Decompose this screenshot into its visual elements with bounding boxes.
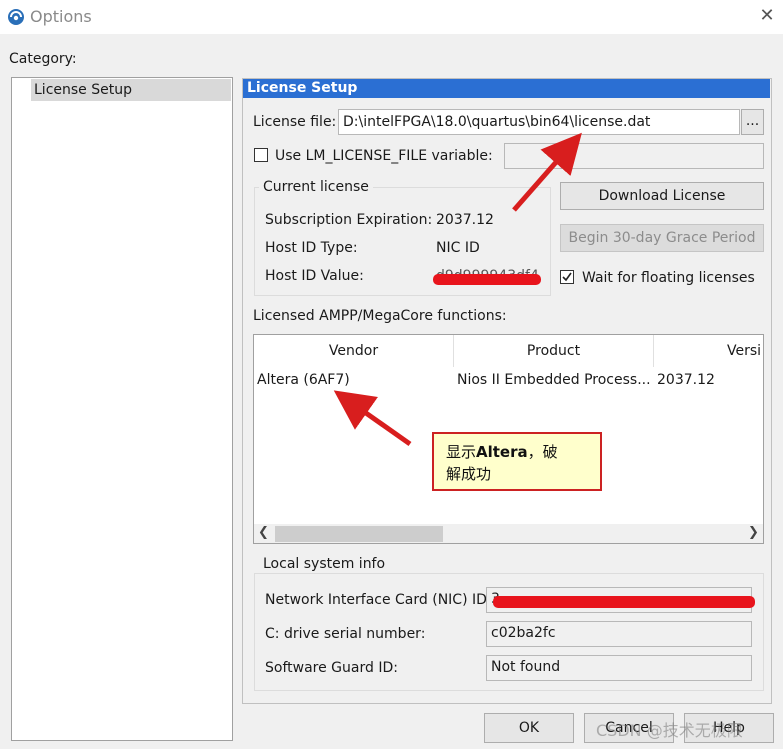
callout-prefix: 显示 (446, 443, 477, 461)
download-license-button[interactable]: Download License (560, 182, 764, 210)
subscription-expiration-value: 2037.12 (436, 212, 494, 228)
wait-floating-checkbox[interactable] (560, 270, 574, 284)
column-header-vendor[interactable]: Vendor (254, 335, 454, 367)
wait-floating-label: Wait for floating licenses (582, 270, 755, 286)
local-info-title: Local system info (259, 556, 390, 572)
ampp-label: Licensed AMPP/MegaCore functions: (253, 308, 507, 324)
subscription-expiration-label: Subscription Expiration: (265, 212, 433, 228)
software-guard-label: Software Guard ID: (265, 660, 398, 676)
callout-line2: 解成功 (446, 465, 492, 483)
current-license-title: Current license (259, 179, 373, 195)
license-file-input[interactable]: D:\intelFPGA\18.0\quartus\bin64\license.… (338, 109, 740, 135)
software-guard-field[interactable]: Not found (486, 655, 752, 681)
callout-suffix: ，破 (527, 443, 558, 461)
callout-bold: Altera (476, 443, 528, 461)
redaction-mark (433, 274, 541, 285)
lm-license-input[interactable] (504, 143, 764, 169)
license-file-label: License file: (253, 114, 337, 130)
category-item-license-setup[interactable]: License Setup (31, 79, 231, 101)
host-id-type-value: NIC ID (436, 240, 480, 256)
scroll-right-icon[interactable]: ❯ (748, 525, 759, 540)
host-id-type-label: Host ID Type: (265, 240, 358, 256)
ok-button[interactable]: OK (484, 713, 574, 743)
lm-license-label: Use LM_LICENSE_FILE variable: (275, 148, 493, 164)
browse-button[interactable]: ... (741, 109, 764, 135)
annotation-callout: 显示Altera，破解成功 (432, 432, 602, 491)
category-label: Category: (9, 51, 77, 67)
table-row-product[interactable]: Nios II Embedded Process... (457, 372, 651, 388)
drive-serial-field[interactable]: c02ba2fc (486, 621, 752, 647)
checkmark-icon (562, 272, 572, 282)
scrollbar-thumb[interactable] (275, 526, 443, 542)
page-header: License Setup (243, 79, 770, 98)
watermark: CSDN @技术无极限 (596, 721, 743, 740)
redaction-mark (493, 596, 755, 608)
window-title: Options (30, 7, 92, 26)
close-icon[interactable]: ✕ (754, 3, 780, 29)
column-header-product[interactable]: Product (454, 335, 654, 367)
grace-period-button[interactable]: Begin 30-day Grace Period (560, 224, 764, 252)
host-id-value-label: Host ID Value: (265, 268, 364, 284)
table-row-version[interactable]: 2037.12 (657, 372, 715, 388)
drive-serial-label: C: drive serial number: (265, 626, 426, 642)
scroll-left-icon[interactable]: ❮ (258, 525, 269, 540)
column-header-version[interactable]: Versi (654, 335, 763, 367)
lm-license-checkbox[interactable] (254, 148, 268, 162)
app-icon (8, 9, 24, 25)
title-bar (0, 0, 783, 34)
table-row-vendor[interactable]: Altera (6AF7) (257, 372, 350, 388)
nic-id-label: Network Interface Card (NIC) ID: (265, 592, 492, 608)
category-list (11, 77, 233, 741)
